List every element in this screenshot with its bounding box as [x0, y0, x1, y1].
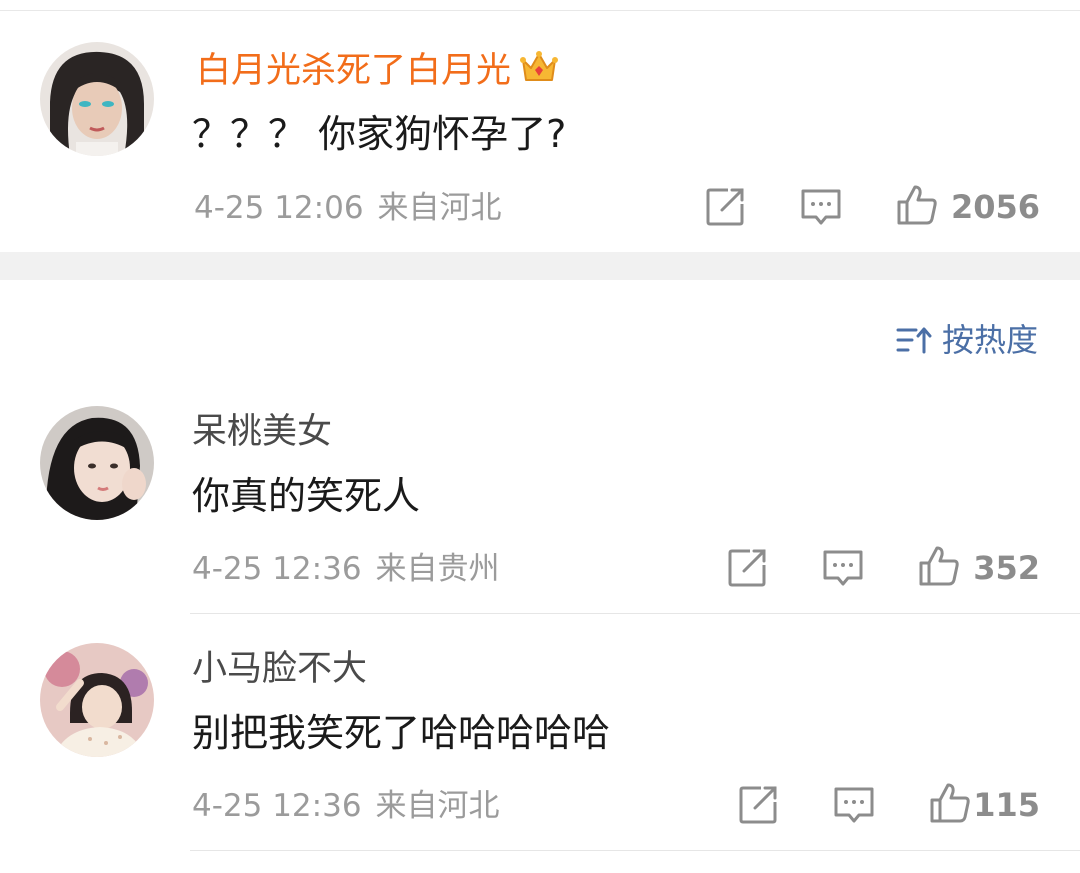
comment-time: 4-25 12:06 — [194, 190, 364, 226]
comment-location: 来自河北 — [377, 190, 502, 226]
avatar[interactable] — [40, 42, 154, 156]
sort-icon — [896, 327, 932, 354]
pinned-username[interactable]: 白月光杀死了白月光 — [196, 46, 559, 93]
avatar-photo — [40, 406, 154, 520]
username-text[interactable]: 白月光杀死了白月光 — [196, 51, 511, 91]
comment-time: 4-25 12:36 — [192, 551, 362, 587]
comment-text: ？？？ 你家狗怀孕了? — [192, 112, 567, 156]
row-divider — [190, 613, 1080, 614]
comment-location: 来自河北 — [375, 788, 500, 824]
section-divider — [0, 252, 1080, 280]
top-divider — [0, 10, 1080, 11]
comment-page: 白月光杀死了白月光 ？？？ 你家狗怀孕了? 4-25 12:06 来自河北 205… — [0, 0, 1080, 873]
share-icon[interactable] — [737, 784, 779, 826]
avatar-photo — [40, 42, 154, 156]
share-icon[interactable] — [726, 547, 768, 589]
comment-text: 别把我笑死了哈哈哈哈哈 — [192, 711, 611, 755]
reply-icon[interactable] — [833, 784, 875, 826]
comment-username[interactable]: 小马脸不大 — [192, 647, 367, 691]
comment-time: 4-25 12:36 — [192, 788, 362, 824]
sort-label: 按热度 — [941, 321, 1038, 359]
like-count: 352 — [973, 549, 1040, 587]
like-count: 2056 — [950, 188, 1040, 226]
comment-meta: 4-25 12:36 来自贵州 — [192, 549, 500, 589]
avatar[interactable] — [40, 643, 154, 757]
share-icon[interactable] — [704, 186, 746, 228]
like-count: 115 — [973, 786, 1040, 824]
comment-meta: 4-25 12:06 来自河北 — [194, 188, 502, 228]
comment-location: 来自贵州 — [375, 551, 500, 587]
row-divider — [190, 850, 1080, 851]
comment-username[interactable]: 呆桃美女 — [192, 410, 332, 454]
like-icon[interactable] — [918, 545, 960, 587]
reply-icon[interactable] — [822, 547, 864, 589]
avatar[interactable] — [40, 406, 154, 520]
reply-icon[interactable] — [800, 186, 842, 228]
sort-button[interactable]: 按热度 — [896, 320, 1038, 360]
like-icon[interactable] — [929, 782, 971, 824]
comment-text: 你真的笑死人 — [192, 474, 421, 518]
comment-meta: 4-25 12:36 来自河北 — [192, 786, 500, 826]
like-icon[interactable] — [896, 184, 938, 226]
crown-icon — [519, 46, 559, 86]
avatar-photo — [40, 643, 154, 757]
